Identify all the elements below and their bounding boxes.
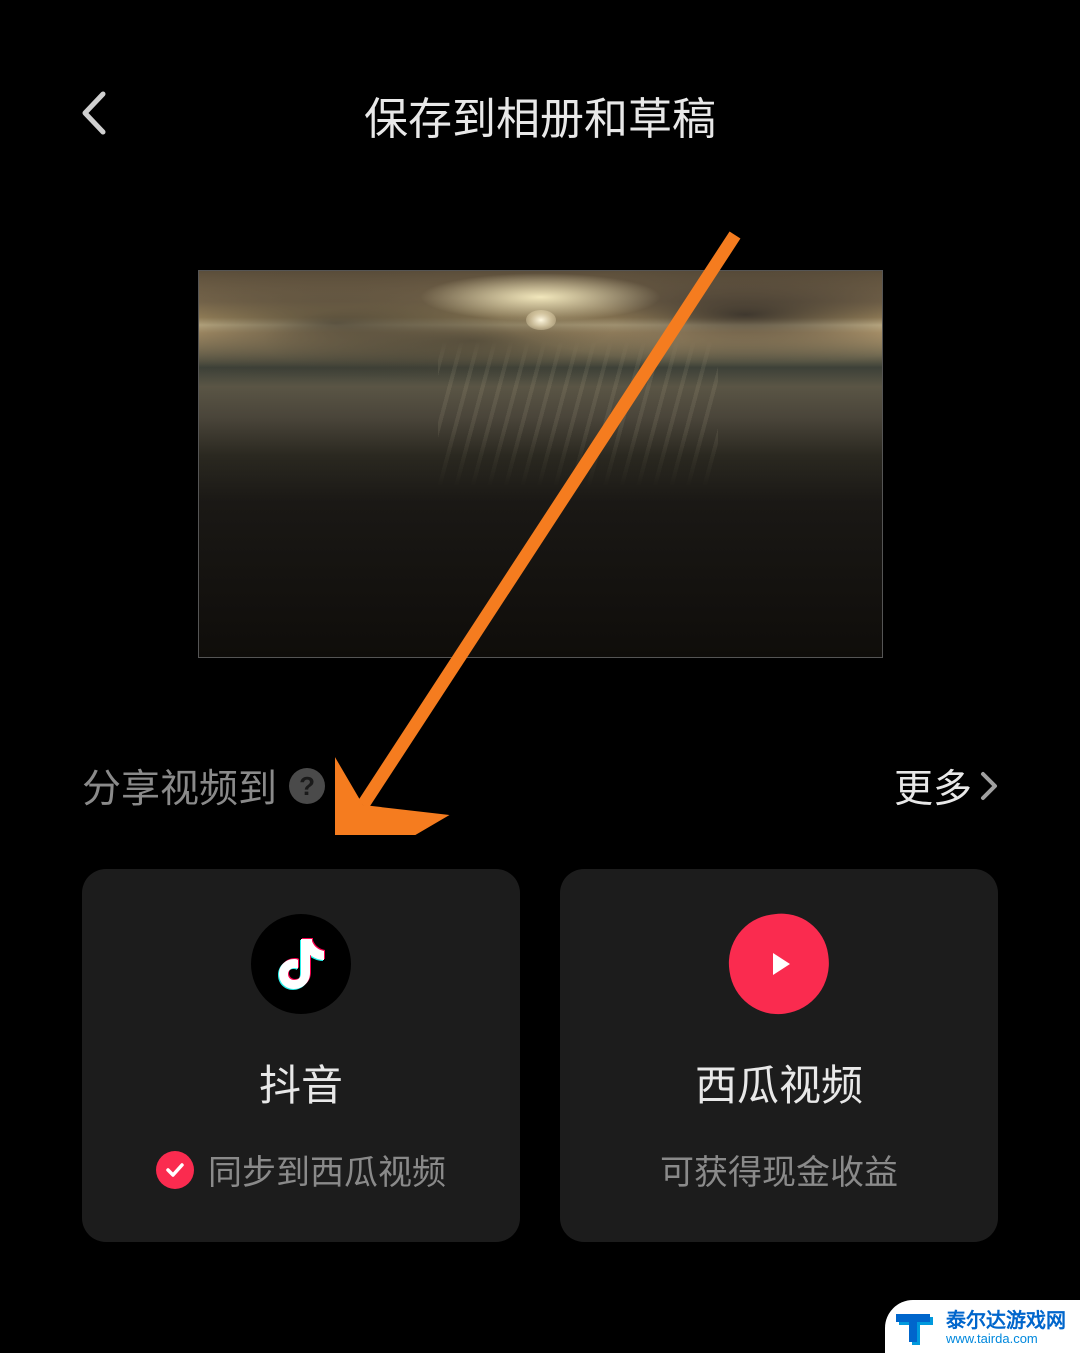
card-subtext: 可获得现金收益 xyxy=(660,1145,898,1194)
thumbnail-rays xyxy=(438,340,718,490)
chevron-left-icon xyxy=(79,90,107,136)
chevron-right-icon xyxy=(980,771,998,801)
xigua-icon xyxy=(723,908,836,1021)
share-card-xigua[interactable]: 西瓜视频 可获得现金收益 xyxy=(560,869,998,1242)
watermark-url: www.tairda.com xyxy=(946,1332,1066,1346)
help-icon[interactable]: ? xyxy=(289,768,325,804)
header: 保存到相册和草稿 xyxy=(0,0,1080,145)
douyin-icon xyxy=(251,914,351,1014)
watermark: 泰尔达游戏网 www.tairda.com xyxy=(885,1300,1080,1353)
share-card-douyin[interactable]: 抖音 同步到西瓜视频 xyxy=(82,869,520,1242)
card-subtext: 同步到西瓜视频 xyxy=(208,1145,446,1194)
check-badge-icon xyxy=(156,1151,194,1189)
card-subtext-row: 可获得现金收益 xyxy=(660,1145,898,1194)
video-thumbnail[interactable] xyxy=(198,270,883,658)
more-label: 更多 xyxy=(894,758,972,814)
card-subtext-row: 同步到西瓜视频 xyxy=(156,1145,446,1194)
card-title: 抖音 xyxy=(259,1052,343,1113)
share-label-group: 分享视频到 ? xyxy=(82,758,325,814)
card-title: 西瓜视频 xyxy=(695,1052,863,1113)
more-button[interactable]: 更多 xyxy=(894,758,998,814)
page-title: 保存到相册和草稿 xyxy=(30,83,1050,147)
watermark-text: 泰尔达游戏网 www.tairda.com xyxy=(946,1310,1066,1346)
share-label: 分享视频到 xyxy=(82,758,277,814)
watermark-logo-icon xyxy=(893,1305,939,1351)
share-section-header: 分享视频到 ? 更多 xyxy=(0,758,1080,814)
watermark-name: 泰尔达游戏网 xyxy=(946,1310,1066,1332)
back-button[interactable] xyxy=(68,88,118,138)
share-cards-container: 抖音 同步到西瓜视频 西瓜视频 可获得现金收益 xyxy=(0,869,1080,1242)
thumbnail-sun xyxy=(526,310,556,330)
